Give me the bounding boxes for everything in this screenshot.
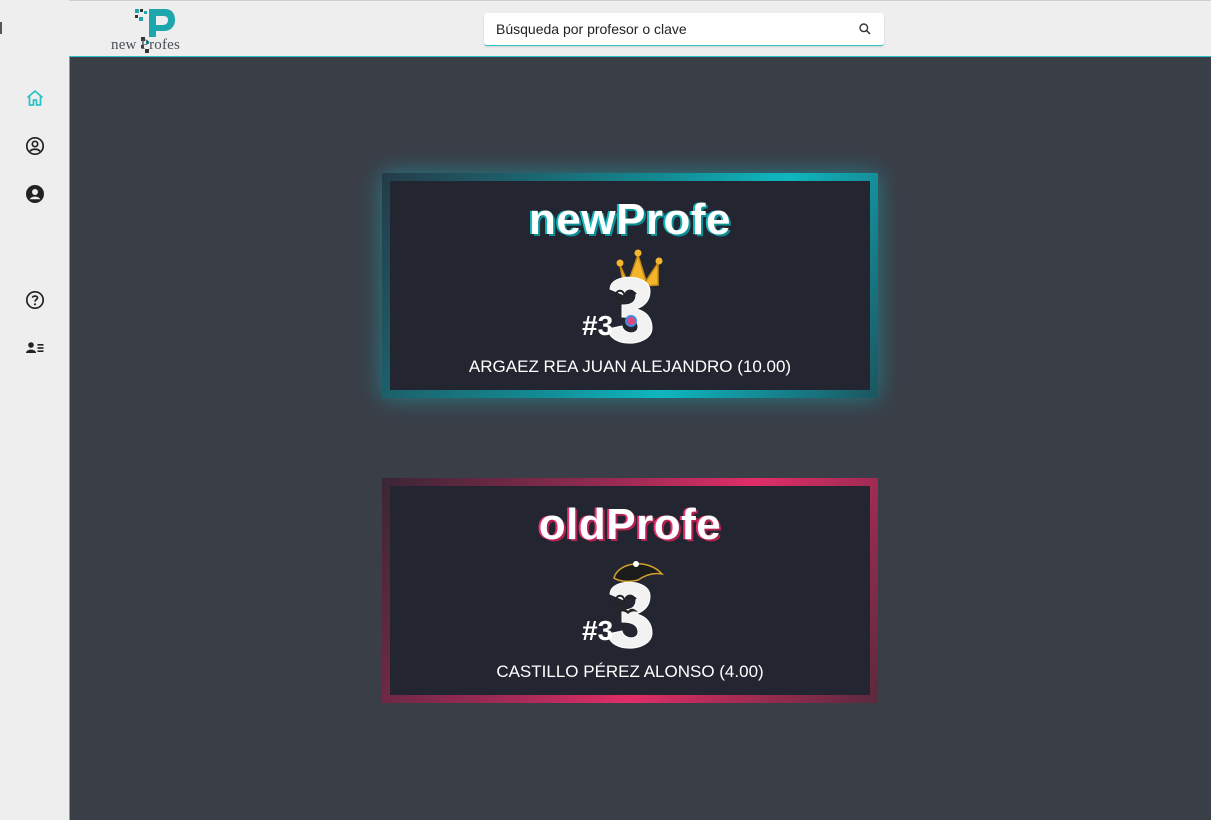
home-icon[interactable]	[25, 88, 45, 108]
user-filled-icon[interactable]	[25, 184, 45, 204]
card-title: newProfe	[528, 195, 732, 244]
professor-name: ARGAEZ REA JUAN ALEJANDRO (10.00)	[468, 357, 792, 376]
card-title: oldProfe	[538, 500, 722, 549]
contact-list-icon[interactable]	[25, 338, 45, 358]
sidebar	[0, 0, 70, 820]
logo[interactable]: new Profes	[111, 7, 191, 55]
window-edge-mark	[0, 22, 2, 34]
rank-three-crown-icon: #3	[582, 249, 663, 344]
new-profe-card[interactable]: newProfe #3 ARGAEZ REA JUAN ALEJANDRO (1…	[382, 173, 878, 398]
old-profe-card[interactable]: oldProfe #3 CASTILLO PÉREZ ALONSO (4.00)	[382, 478, 878, 703]
logo-text: new Profes	[111, 37, 181, 53]
help-icon[interactable]	[25, 290, 45, 310]
search-icon[interactable]	[858, 22, 872, 36]
card-body: oldProfe #3 CASTILLO PÉREZ ALONSO (4.00)	[390, 486, 870, 695]
search-input[interactable]	[484, 13, 844, 45]
rank-three-pirate-icon: #3	[582, 561, 665, 649]
card-body: newProfe #3 ARGAEZ REA JUAN ALEJANDRO (1…	[390, 181, 870, 390]
top-bar: new Profes	[69, 0, 1211, 57]
rank-number: #3	[582, 615, 613, 646]
user-circle-icon[interactable]	[25, 136, 45, 156]
rank-number: #3	[582, 310, 613, 341]
search-box	[484, 13, 884, 46]
professor-name: CASTILLO PÉREZ ALONSO (4.00)	[496, 662, 764, 681]
